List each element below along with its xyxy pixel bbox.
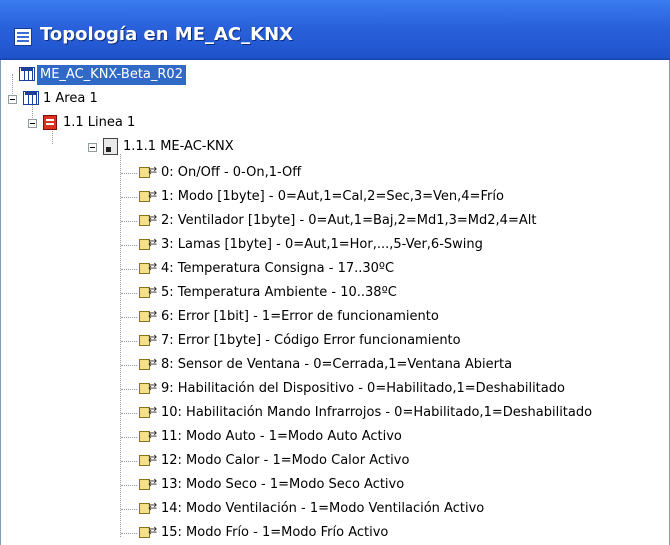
tree-node-object[interactable]: ⇄ 2: Ventilador [1byte] - 0=Aut,1=Baj,2=… xyxy=(121,210,661,232)
tree-node-object[interactable]: ⇄ 8: Sensor de Ventana - 0=Cerrada,1=Ven… xyxy=(121,354,661,376)
tree-connector xyxy=(121,533,137,534)
tree-node-label: 8: Sensor de Ventana - 0=Cerrada,1=Venta… xyxy=(161,357,513,372)
tree-node-area[interactable]: 1 Area 1 xyxy=(1,88,261,110)
tree-node-label: 13: Modo Seco - 1=Modo Seco Activo xyxy=(161,477,405,492)
tree-node-label: 12: Modo Calor - 1=Modo Calor Activo xyxy=(161,453,410,468)
group-object-icon: ⇄ xyxy=(139,357,157,372)
tree-connector xyxy=(121,269,137,270)
window-titlebar[interactable]: Topología en ME_AC_KNX xyxy=(0,0,670,60)
tree-connector xyxy=(121,221,137,222)
tree-connector xyxy=(121,245,137,246)
tree-connector xyxy=(121,389,137,390)
tree-node-object[interactable]: ⇄ 1: Modo [1byte] - 0=Aut,1=Cal,2=Sec,3=… xyxy=(121,186,661,208)
group-object-icon: ⇄ xyxy=(139,525,157,540)
group-object-icon: ⇄ xyxy=(139,189,157,204)
tree-connector xyxy=(121,293,137,294)
tree-node-object[interactable]: ⇄ 3: Lamas [1byte] - 0=Aut,1=Hor,...,5-V… xyxy=(121,234,661,256)
tree-node-object[interactable]: ⇄ 6: Error [1bit] - 1=Error de funcionam… xyxy=(121,306,661,328)
group-object-icon: ⇄ xyxy=(139,261,157,276)
tree-node-label: 5: Temperatura Ambiente - 10..38ºC xyxy=(161,285,397,300)
group-object-icon: ⇄ xyxy=(139,429,157,444)
tree-node-object[interactable]: ⇄ 5: Temperatura Ambiente - 10..38ºC xyxy=(121,282,661,304)
group-object-icon: ⇄ xyxy=(139,165,157,180)
tree-node-label: 0: On/Off - 0-On,1-Off xyxy=(161,165,302,180)
device-icon xyxy=(103,138,118,155)
tree-node-object[interactable]: ⇄ 13: Modo Seco - 1=Modo Seco Activo xyxy=(121,474,661,496)
tree-node-object[interactable]: ⇄ 12: Modo Calor - 1=Modo Calor Activo xyxy=(121,450,661,472)
tree-node-label: 11: Modo Auto - 1=Modo Auto Activo xyxy=(161,429,402,444)
tree-connector xyxy=(121,341,137,342)
tree-connector xyxy=(121,485,137,486)
tree-node-label: 10: Habilitación Mando Infrarrojos - 0=H… xyxy=(161,405,593,420)
group-object-icon: ⇄ xyxy=(139,213,157,228)
tree-node-label: 1: Modo [1byte] - 0=Aut,1=Cal,2=Sec,3=Ve… xyxy=(161,189,504,204)
tree-connector xyxy=(121,317,137,318)
collapse-icon[interactable] xyxy=(8,95,17,104)
group-object-icon: ⇄ xyxy=(139,237,157,252)
tree-node-label: ME_AC_KNX-Beta_R02 xyxy=(37,65,186,85)
tree-node-root[interactable]: ME_AC_KNX-Beta_R02 xyxy=(1,64,261,86)
tree-node-label: 15: Modo Frío - 1=Modo Frío Activo xyxy=(161,525,389,540)
project-grid-icon xyxy=(19,67,35,81)
line-icon xyxy=(43,115,57,130)
tree-node-label: 2: Ventilador [1byte] - 0=Aut,1=Baj,2=Md… xyxy=(161,213,537,228)
tree-node-label: 9: Habilitación del Dispositivo - 0=Habi… xyxy=(161,381,565,396)
tree-connector xyxy=(121,437,137,438)
group-object-icon: ⇄ xyxy=(139,405,157,420)
tree-node-object[interactable]: ⇄ 9: Habilitación del Dispositivo - 0=Ha… xyxy=(121,378,661,400)
topology-tree[interactable]: ME_AC_KNX-Beta_R02 1 Area 1 1.1 Linea 1 … xyxy=(0,60,670,545)
tree-node-object[interactable]: ⇄ 10: Habilitación Mando Infrarrojos - 0… xyxy=(121,402,661,424)
tree-node-device[interactable]: 1.1.1 ME-AC-KNX xyxy=(1,136,261,158)
collapse-icon[interactable] xyxy=(28,119,37,128)
tree-node-line[interactable]: 1.1 Linea 1 xyxy=(1,112,261,134)
tree-node-object[interactable]: ⇄ 7: Error [1byte] - Código Error funcio… xyxy=(121,330,661,352)
tree-connector xyxy=(121,365,137,366)
tree-node-object[interactable]: ⇄ 4: Temperatura Consigna - 17..30ºC xyxy=(121,258,661,280)
collapse-icon[interactable] xyxy=(88,143,97,152)
group-object-icon: ⇄ xyxy=(139,285,157,300)
tree-node-label: 4: Temperatura Consigna - 17..30ºC xyxy=(161,261,395,276)
group-object-icon: ⇄ xyxy=(139,309,157,324)
tree-node-label: 1 Area 1 xyxy=(43,91,98,106)
group-object-icon: ⇄ xyxy=(139,333,157,348)
tree-node-object[interactable]: ⇄ 0: On/Off - 0-On,1-Off xyxy=(121,162,661,184)
tree-node-label: 7: Error [1byte] - Código Error funciona… xyxy=(161,333,461,348)
window-title: Topología en ME_AC_KNX xyxy=(40,24,294,45)
group-object-icon: ⇄ xyxy=(139,381,157,396)
tree-node-label: 14: Modo Ventilación - 1=Modo Ventilació… xyxy=(161,501,485,516)
tree-connector xyxy=(121,413,137,414)
tree-connector xyxy=(121,173,137,174)
tree-node-label: 3: Lamas [1byte] - 0=Aut,1=Hor,...,5-Ver… xyxy=(161,237,483,252)
tree-node-label: 1.1 Linea 1 xyxy=(63,115,136,130)
group-object-icon: ⇄ xyxy=(139,501,157,516)
tree-node-label: 1.1.1 ME-AC-KNX xyxy=(123,139,234,154)
area-grid-icon xyxy=(23,91,39,105)
tree-node-object[interactable]: ⇄ 15: Modo Frío - 1=Modo Frío Activo xyxy=(121,522,661,544)
tree-node-label: 6: Error [1bit] - 1=Error de funcionamie… xyxy=(161,309,439,324)
group-object-icon: ⇄ xyxy=(139,453,157,468)
tree-connector xyxy=(121,197,137,198)
topology-window-icon xyxy=(14,28,32,46)
group-object-icon: ⇄ xyxy=(139,477,157,492)
tree-connector xyxy=(121,461,137,462)
tree-node-object[interactable]: ⇄ 11: Modo Auto - 1=Modo Auto Activo xyxy=(121,426,661,448)
tree-node-object[interactable]: ⇄ 14: Modo Ventilación - 1=Modo Ventilac… xyxy=(121,498,661,520)
tree-connector xyxy=(121,509,137,510)
